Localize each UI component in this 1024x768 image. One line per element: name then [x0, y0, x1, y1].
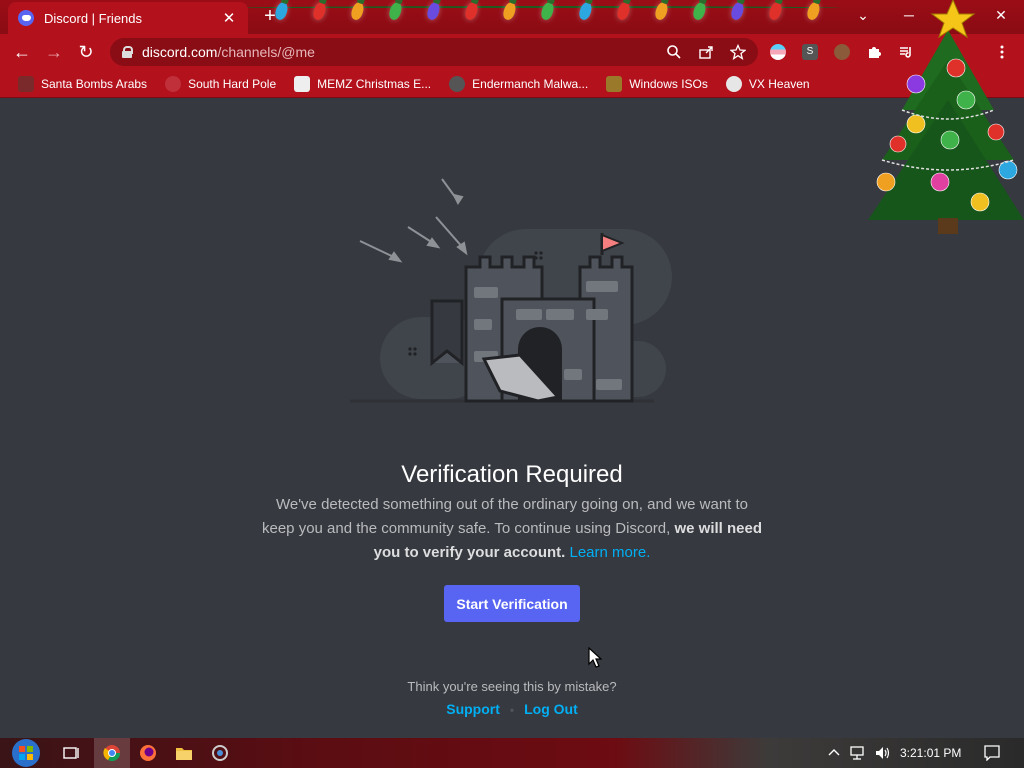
- christmas-light-icon: [653, 0, 670, 22]
- share-icon[interactable]: [698, 44, 714, 60]
- task-view-icon: [63, 747, 79, 759]
- star-icon[interactable]: [730, 44, 746, 60]
- taskbar-file-explorer[interactable]: [166, 738, 202, 768]
- tab-title: Discord | Friends: [44, 10, 143, 26]
- bookmark-favicon-icon: [449, 75, 466, 92]
- christmas-tree-decoration: [868, 0, 1024, 234]
- windows-taskbar: 3:21:01 PM: [0, 738, 1024, 768]
- christmas-light-icon: [691, 0, 708, 22]
- forward-button[interactable]: →: [38, 36, 70, 68]
- extension-flag-icon[interactable]: [770, 44, 786, 60]
- reload-button[interactable]: ↻: [70, 36, 102, 68]
- notification-icon[interactable]: [984, 745, 1000, 761]
- start-verification-button[interactable]: Start Verification: [444, 585, 580, 622]
- bookmark-item[interactable]: Endermanch Malwa...: [443, 73, 594, 95]
- christmas-light-icon: [805, 0, 822, 22]
- tab-discord-friends[interactable]: Discord | Friends ✕: [8, 2, 248, 34]
- bookmark-label: VX Heaven: [748, 76, 810, 91]
- bookmark-label: Endermanch Malwa...: [472, 76, 589, 91]
- learn-more-link[interactable]: Learn more.: [570, 544, 651, 561]
- bookmark-label: Santa Bombs Arabs: [41, 76, 148, 91]
- christmas-light-icon: [387, 0, 404, 22]
- url-host: discord.com: [142, 44, 218, 60]
- volume-icon[interactable]: [874, 745, 892, 761]
- bookmark-item[interactable]: MEMZ Christmas E...: [288, 73, 437, 95]
- network-icon[interactable]: [850, 745, 868, 761]
- bookmark-label: Windows ISOs: [629, 76, 708, 91]
- christmas-lights-wire: [240, 6, 840, 10]
- christmas-light-icon: [501, 0, 518, 22]
- bookmark-label: South Hard Pole: [188, 76, 277, 91]
- taskbar-firefox[interactable]: [130, 738, 166, 768]
- bookmark-favicon-icon: [294, 75, 311, 92]
- app-icon: [212, 745, 228, 761]
- christmas-light-icon: [463, 0, 480, 22]
- christmas-light-icon: [615, 0, 632, 22]
- bookmark-item[interactable]: South Hard Pole: [159, 73, 282, 95]
- castle-illustration: [350, 178, 672, 403]
- folder-icon: [176, 748, 192, 760]
- christmas-light-icon: [539, 0, 556, 22]
- bookmark-favicon-icon: [606, 75, 623, 92]
- logout-link[interactable]: Log Out: [524, 701, 578, 717]
- christmas-light-icon: [311, 0, 328, 22]
- firefox-icon: [140, 745, 156, 761]
- url-path: /channels/@me: [217, 44, 315, 60]
- bookmark-item[interactable]: Santa Bombs Arabs: [12, 73, 153, 95]
- address-bar[interactable]: discord.com/channels/@me: [110, 38, 758, 66]
- taskbar-app[interactable]: [202, 738, 238, 768]
- bookmark-item[interactable]: VX Heaven: [720, 73, 816, 95]
- extension-avatar-icon[interactable]: [834, 44, 850, 60]
- extension-s-icon[interactable]: S: [802, 44, 818, 60]
- mistake-text: Think you're seeing this by mistake?: [407, 679, 617, 694]
- start-button[interactable]: [4, 738, 48, 768]
- bookmark-label: MEMZ Christmas E...: [317, 76, 432, 91]
- discord-favicon-icon: [18, 10, 34, 26]
- chrome-icon: [103, 745, 121, 762]
- taskbar-clock[interactable]: 3:21:01 PM: [900, 738, 961, 768]
- lock-icon[interactable]: [122, 46, 133, 58]
- search-icon[interactable]: [666, 44, 682, 60]
- chevron-up-icon[interactable]: [828, 747, 840, 759]
- christmas-light-icon: [729, 0, 746, 22]
- bookmark-favicon-icon: [725, 75, 742, 92]
- separator-dot: •: [509, 703, 515, 717]
- support-link[interactable]: Support: [446, 701, 500, 717]
- task-view-button[interactable]: [54, 738, 90, 768]
- footer-links: Support • Log Out: [0, 701, 1024, 717]
- christmas-light-icon: [577, 0, 594, 22]
- tab-close-icon[interactable]: ✕: [220, 9, 238, 27]
- taskbar-chrome[interactable]: [94, 738, 130, 768]
- page-title: Verification Required: [401, 461, 623, 488]
- bookmark-favicon-icon: [165, 75, 182, 92]
- new-tab-button[interactable]: +: [260, 6, 280, 26]
- verification-description: We've detected something out of the ordi…: [262, 493, 762, 565]
- christmas-light-icon: [349, 0, 366, 22]
- christmas-light-icon: [425, 0, 442, 22]
- bookmark-favicon-icon: [18, 75, 34, 92]
- mouse-cursor-icon: [588, 647, 602, 668]
- back-button[interactable]: ←: [6, 36, 38, 68]
- christmas-light-icon: [767, 0, 784, 22]
- bookmark-item[interactable]: Windows ISOs: [600, 73, 714, 95]
- windows-logo-icon: [12, 739, 40, 767]
